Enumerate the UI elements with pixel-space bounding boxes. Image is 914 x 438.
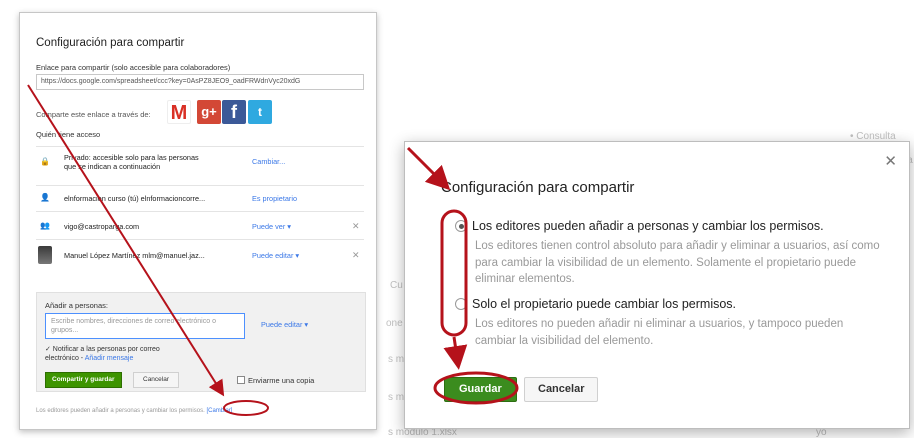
annotation-capsule-radios [440, 209, 468, 337]
annotation-overlay [27, 84, 519, 416]
annotation-circle-guardar [433, 371, 519, 405]
annotation-arrow-top [406, 146, 451, 191]
annotation-arrow-long [27, 84, 225, 397]
annotation-circle-cambiar [223, 400, 269, 416]
annotation-arrow-down [443, 336, 468, 370]
